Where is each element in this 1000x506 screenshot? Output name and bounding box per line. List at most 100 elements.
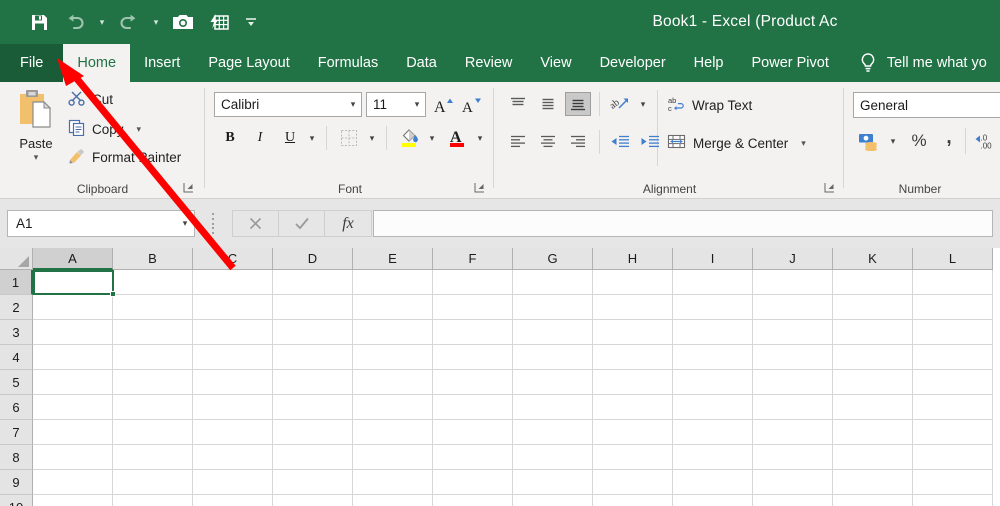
cell-L2[interactable] bbox=[913, 295, 993, 320]
cell-H10[interactable] bbox=[593, 495, 673, 506]
cell-J1[interactable] bbox=[753, 270, 833, 295]
paste-button[interactable]: Paste ▾ bbox=[8, 88, 64, 174]
tab-home[interactable]: Home bbox=[63, 44, 131, 82]
cell-G9[interactable] bbox=[513, 470, 593, 495]
column-header-l[interactable]: L bbox=[913, 248, 993, 270]
font-size-combo[interactable]: 11 ▾ bbox=[366, 92, 426, 117]
percent-format-button[interactable]: % bbox=[905, 128, 933, 154]
cell-K5[interactable] bbox=[833, 370, 913, 395]
cell-F10[interactable] bbox=[433, 495, 513, 506]
cell-L1[interactable] bbox=[913, 270, 993, 295]
cell-E5[interactable] bbox=[353, 370, 433, 395]
tab-power-pivot[interactable]: Power Pivot bbox=[737, 44, 842, 82]
cell-D3[interactable] bbox=[273, 320, 353, 345]
tab-developer[interactable]: Developer bbox=[586, 44, 680, 82]
cell-J5[interactable] bbox=[753, 370, 833, 395]
cell-J7[interactable] bbox=[753, 420, 833, 445]
decrease-decimal-button[interactable]: .0 .00 bbox=[973, 128, 1000, 154]
redo-icon[interactable] bbox=[112, 7, 146, 37]
align-middle-button[interactable] bbox=[535, 92, 561, 116]
font-color-button[interactable]: A bbox=[444, 124, 470, 150]
cell-D10[interactable] bbox=[273, 495, 353, 506]
formula-bar-grip[interactable] bbox=[210, 213, 216, 234]
font-dialog-launcher[interactable] bbox=[473, 182, 486, 195]
cell-D7[interactable] bbox=[273, 420, 353, 445]
row-header-9[interactable]: 9 bbox=[0, 470, 33, 495]
tab-view[interactable]: View bbox=[526, 44, 585, 82]
cell-E4[interactable] bbox=[353, 345, 433, 370]
column-header-k[interactable]: K bbox=[833, 248, 913, 270]
cell-B1[interactable] bbox=[113, 270, 193, 295]
cell-L6[interactable] bbox=[913, 395, 993, 420]
copy-dropdown-icon[interactable]: ▾ bbox=[137, 124, 142, 135]
cell-K3[interactable] bbox=[833, 320, 913, 345]
merge-center-button[interactable]: Merge & Center ▾ bbox=[667, 133, 806, 153]
cell-G4[interactable] bbox=[513, 345, 593, 370]
cell-F4[interactable] bbox=[433, 345, 513, 370]
column-header-b[interactable]: B bbox=[113, 248, 193, 270]
row-header-4[interactable]: 4 bbox=[0, 345, 33, 370]
cell-D8[interactable] bbox=[273, 445, 353, 470]
cell-I5[interactable] bbox=[673, 370, 753, 395]
bold-button[interactable]: B bbox=[218, 126, 242, 150]
cell-H3[interactable] bbox=[593, 320, 673, 345]
row-header-7[interactable]: 7 bbox=[0, 420, 33, 445]
number-format-combo[interactable]: General bbox=[853, 92, 1000, 118]
cell-I4[interactable] bbox=[673, 345, 753, 370]
cell-I6[interactable] bbox=[673, 395, 753, 420]
cell-E2[interactable] bbox=[353, 295, 433, 320]
cell-C3[interactable] bbox=[193, 320, 273, 345]
cell-H2[interactable] bbox=[593, 295, 673, 320]
row-header-8[interactable]: 8 bbox=[0, 445, 33, 470]
cell-D5[interactable] bbox=[273, 370, 353, 395]
cell-D4[interactable] bbox=[273, 345, 353, 370]
cell-I7[interactable] bbox=[673, 420, 753, 445]
format-painter-button[interactable]: Format Painter bbox=[68, 148, 181, 167]
row-header-6[interactable]: 6 bbox=[0, 395, 33, 420]
cell-K9[interactable] bbox=[833, 470, 913, 495]
copy-button[interactable]: Copy ▾ bbox=[68, 119, 141, 139]
accounting-format-button[interactable] bbox=[855, 128, 883, 154]
cell-E3[interactable] bbox=[353, 320, 433, 345]
cell-B5[interactable] bbox=[113, 370, 193, 395]
cell-G3[interactable] bbox=[513, 320, 593, 345]
cell-J2[interactable] bbox=[753, 295, 833, 320]
cell-F1[interactable] bbox=[433, 270, 513, 295]
comma-format-button[interactable]: , bbox=[937, 125, 961, 151]
screenshot-icon[interactable] bbox=[166, 7, 200, 37]
increase-font-size-button[interactable]: A bbox=[430, 92, 456, 117]
align-top-button[interactable] bbox=[505, 92, 531, 116]
row-header-2[interactable]: 2 bbox=[0, 295, 33, 320]
cell-A10[interactable] bbox=[33, 495, 113, 506]
name-box-dropdown-icon[interactable]: ▾ bbox=[176, 218, 194, 229]
cell-H6[interactable] bbox=[593, 395, 673, 420]
cell-C6[interactable] bbox=[193, 395, 273, 420]
cell-F5[interactable] bbox=[433, 370, 513, 395]
cell-C2[interactable] bbox=[193, 295, 273, 320]
cell-C1[interactable] bbox=[193, 270, 273, 295]
cancel-entry-button[interactable] bbox=[232, 210, 278, 237]
cell-A8[interactable] bbox=[33, 445, 113, 470]
save-icon[interactable] bbox=[22, 7, 56, 37]
cell-L8[interactable] bbox=[913, 445, 993, 470]
cell-E6[interactable] bbox=[353, 395, 433, 420]
tab-formulas[interactable]: Formulas bbox=[304, 44, 392, 82]
cell-I10[interactable] bbox=[673, 495, 753, 506]
cell-B9[interactable] bbox=[113, 470, 193, 495]
undo-icon[interactable] bbox=[58, 7, 92, 37]
enter-entry-button[interactable] bbox=[278, 210, 324, 237]
orientation-button[interactable]: ab bbox=[607, 92, 633, 116]
column-header-c[interactable]: C bbox=[193, 248, 273, 270]
align-right-button[interactable] bbox=[565, 130, 591, 154]
cell-B6[interactable] bbox=[113, 395, 193, 420]
formula-input[interactable] bbox=[373, 210, 993, 237]
cell-C10[interactable] bbox=[193, 495, 273, 506]
cell-F3[interactable] bbox=[433, 320, 513, 345]
cell-F6[interactable] bbox=[433, 395, 513, 420]
decrease-indent-button[interactable] bbox=[607, 130, 633, 154]
cell-I8[interactable] bbox=[673, 445, 753, 470]
orientation-dropdown-icon[interactable]: ▾ bbox=[635, 92, 651, 116]
cell-K7[interactable] bbox=[833, 420, 913, 445]
fill-color-dropdown-icon[interactable]: ▾ bbox=[424, 126, 440, 150]
cell-H9[interactable] bbox=[593, 470, 673, 495]
